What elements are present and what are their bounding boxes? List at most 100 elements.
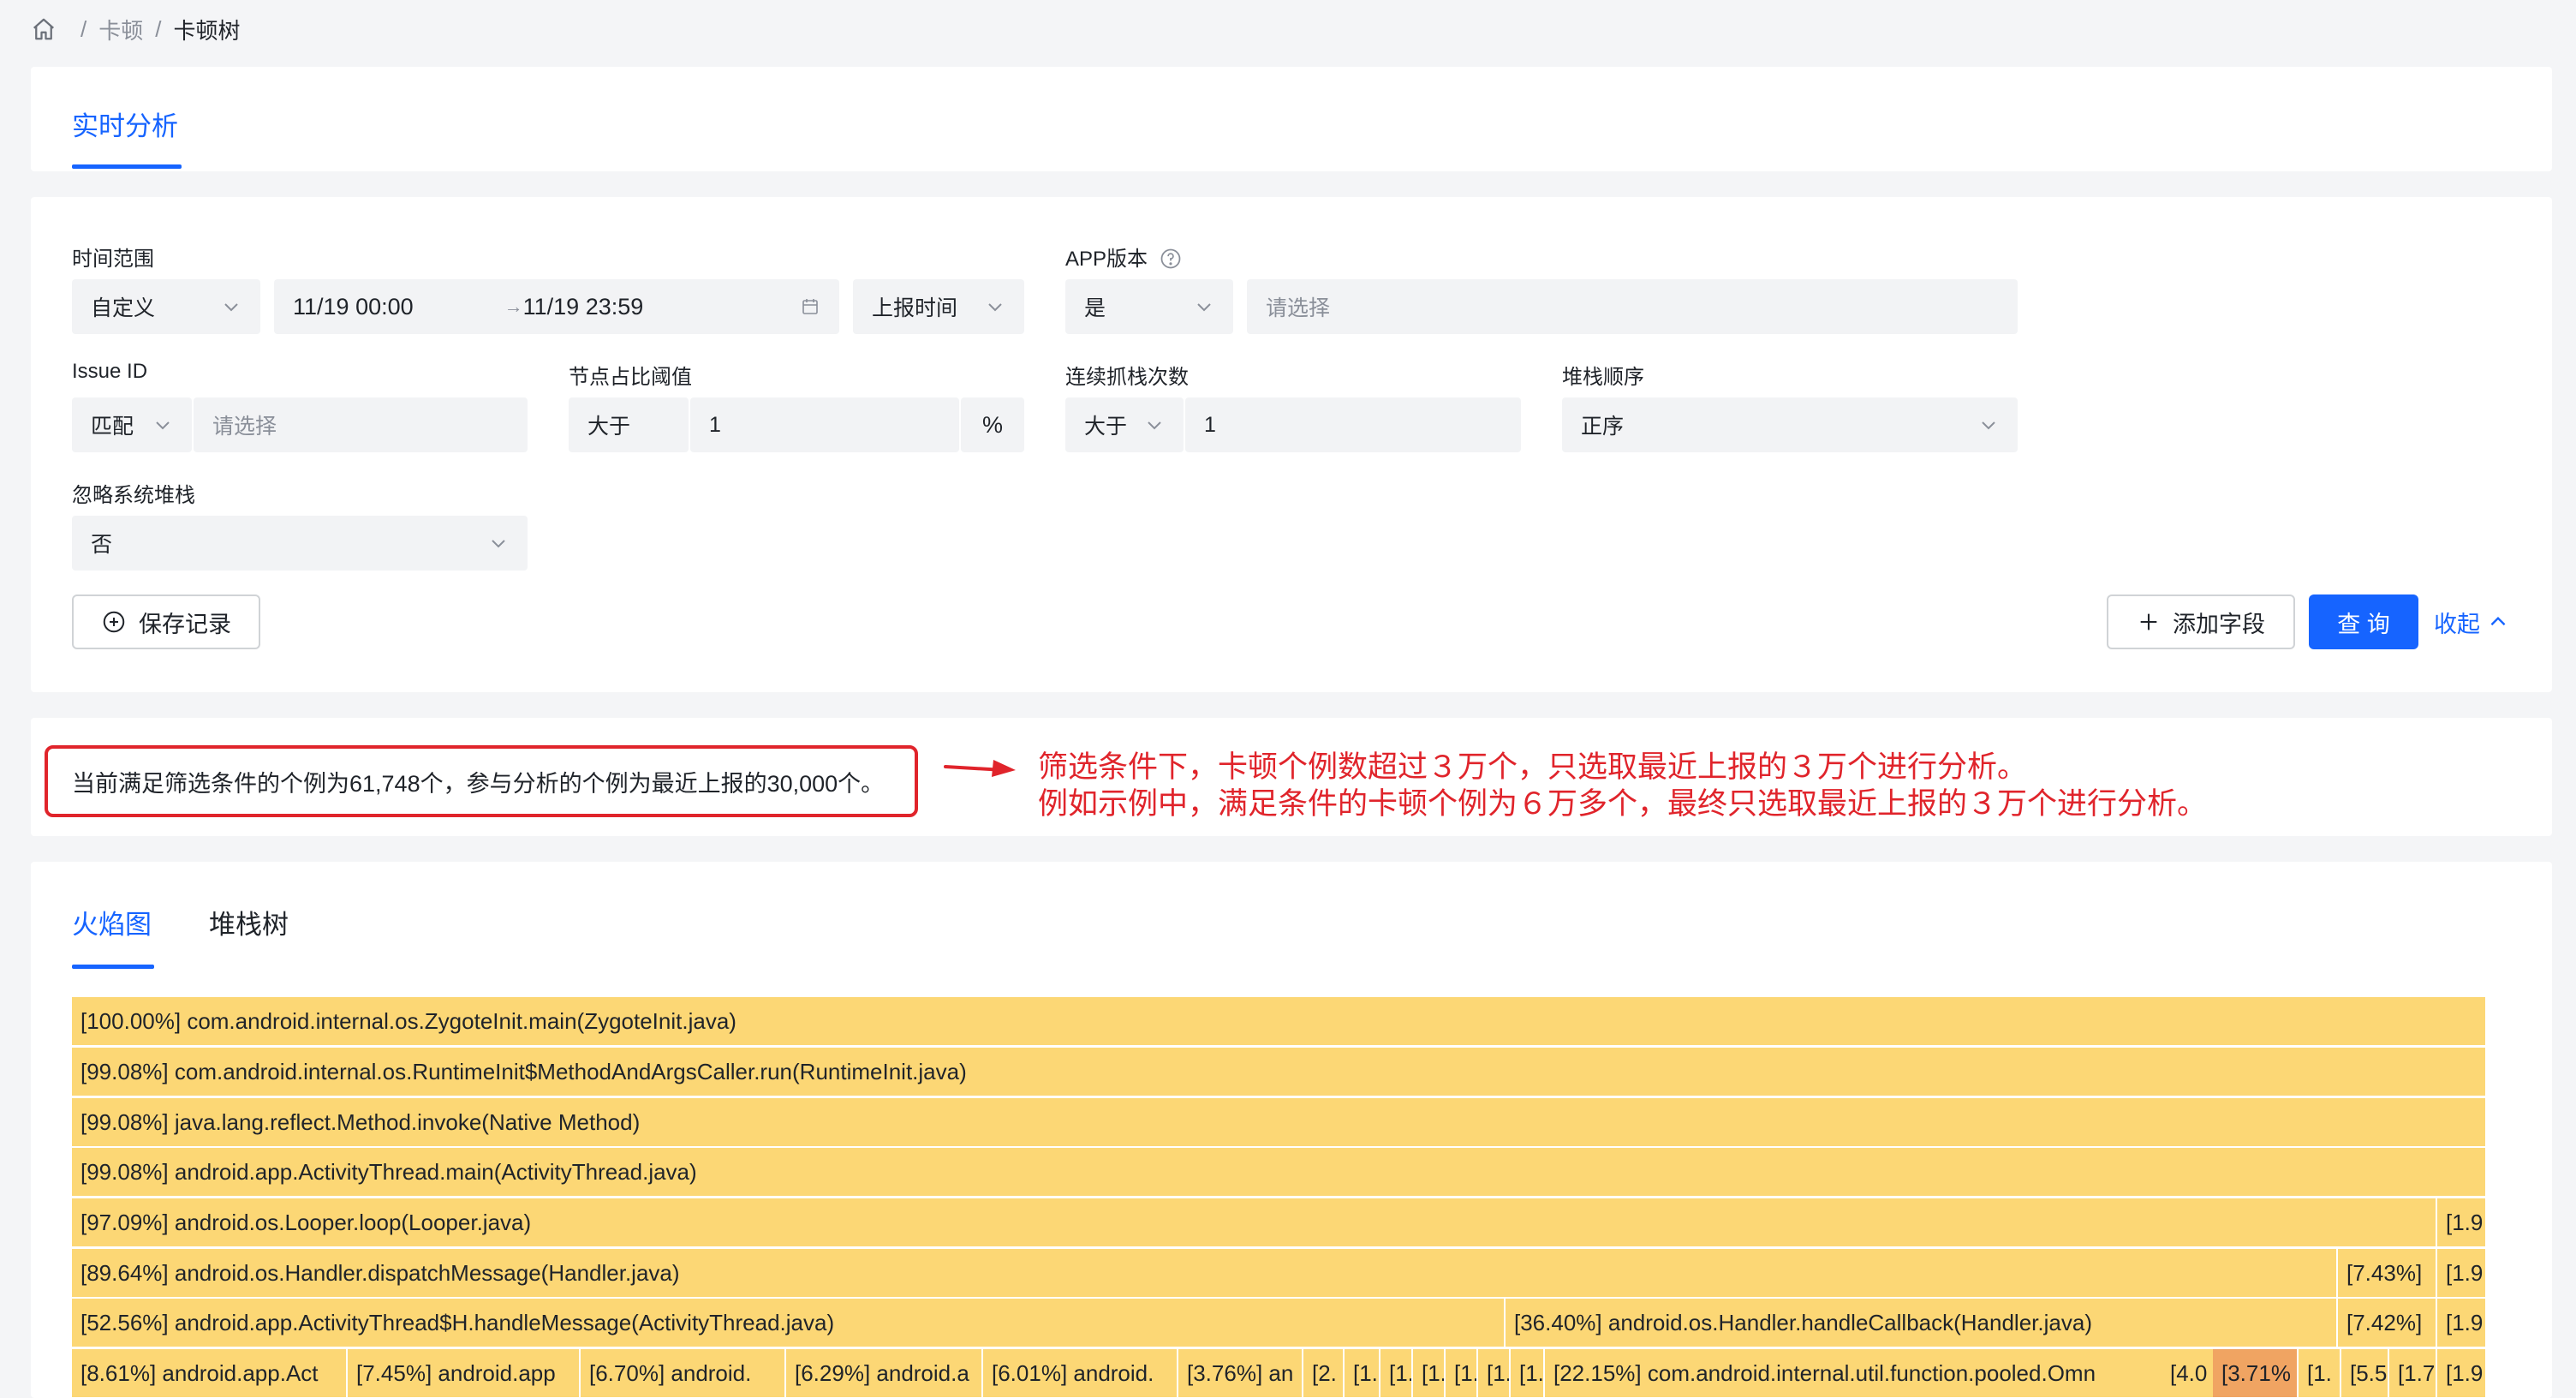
- flame-frame[interactable]: [3.76%] an: [1178, 1349, 1303, 1397]
- issue-id-mode-select[interactable]: 匹配: [72, 397, 192, 452]
- consecutive-operator-value: 大于: [1084, 415, 1128, 439]
- flame-frame[interactable]: [6.01%] android.: [983, 1349, 1178, 1397]
- flame-frame[interactable]: [1.: [1345, 1349, 1380, 1397]
- flame-frame[interactable]: [1.7: [2389, 1349, 2437, 1397]
- flame-frame[interactable]: [1.: [1413, 1349, 1446, 1397]
- query-button[interactable]: 查 询: [2309, 594, 2418, 649]
- chevron-down-icon: [488, 533, 509, 553]
- time-type-value: 上报时间: [872, 296, 958, 320]
- save-record-label: 保存记录: [139, 611, 231, 637]
- app-version-mode-select[interactable]: 是: [1065, 279, 1233, 334]
- issue-id-mode-value: 匹配: [91, 415, 134, 439]
- stack-order-select[interactable]: 正序: [1562, 397, 2018, 452]
- consecutive-operator-select[interactable]: 大于: [1065, 397, 1184, 452]
- plus-icon: [2140, 613, 2157, 630]
- consecutive-input[interactable]: 1: [1185, 397, 1521, 452]
- node-ratio-input[interactable]: 1: [690, 397, 959, 452]
- chevron-down-icon: [985, 296, 1005, 317]
- chevron-down-icon: [152, 415, 173, 435]
- flame-frame[interactable]: [1.: [1511, 1349, 1545, 1397]
- breadcrumb-item-current: 卡顿树: [173, 17, 241, 44]
- node-ratio-operator-value: 大于: [587, 415, 631, 439]
- annotation-note: 筛选条件下，卡顿个例数超过３万个，只选取最近上报的３万个进行分析。 例如示例中，…: [1038, 749, 2207, 822]
- flame-frame[interactable]: [1.: [2299, 1349, 2341, 1397]
- app-version-placeholder: 请选择: [1266, 296, 1331, 320]
- annotation-line-2: 例如示例中，满足条件的卡顿个例为６万多个，最终只选取最近上报的３万个进行分析。: [1038, 787, 2208, 821]
- breadcrumb: / 卡顿 / 卡顿树: [31, 12, 241, 46]
- flame-frame[interactable]: [1.: [1446, 1349, 1478, 1397]
- percent-unit: %: [981, 411, 1003, 438]
- consecutive-label: 连续抓栈次数: [1065, 366, 1189, 389]
- flame-frame[interactable]: [1.9: [2437, 1299, 2487, 1347]
- plus-circle-icon: [103, 611, 125, 633]
- flame-frame[interactable]: [8.61%] android.app.Act: [72, 1349, 348, 1397]
- arrow-right-icon: [944, 760, 1016, 777]
- flame-frame[interactable]: [6.70%] android.: [581, 1349, 786, 1397]
- time-range-mode-select[interactable]: 自定义: [72, 279, 260, 334]
- flame-frame[interactable]: [1.9: [2437, 1249, 2487, 1297]
- flame-frame[interactable]: [89.64%] android.os.Handler.dispatchMess…: [72, 1249, 2338, 1297]
- app-version-select[interactable]: 请选择: [1247, 279, 2018, 334]
- issue-id-placeholder: 请选择: [212, 415, 277, 439]
- stack-order-label: 堆栈顺序: [1562, 366, 1644, 389]
- flame-frame[interactable]: [1.9: [2437, 1198, 2487, 1246]
- flame-frame[interactable]: [1.: [1380, 1349, 1413, 1397]
- ignore-system-select[interactable]: 否: [72, 516, 528, 571]
- app-version-mode-value: 是: [1084, 296, 1106, 320]
- flame-frame[interactable]: [99.08%] android.app.ActivityThread.main…: [72, 1148, 2487, 1196]
- flame-frame[interactable]: [1.: [1478, 1349, 1511, 1397]
- flame-frame[interactable]: [52.56%] android.app.ActivityThread$H.ha…: [72, 1299, 1506, 1347]
- ignore-system-label: 忽略系统堆栈: [72, 484, 195, 507]
- flame-frame[interactable]: [7.45%] android.app: [348, 1349, 581, 1397]
- issue-id-label: Issue ID: [72, 360, 148, 383]
- flame-frame[interactable]: [7.43%]: [2338, 1249, 2437, 1297]
- flame-frame[interactable]: [6.29%] android.a: [786, 1349, 983, 1397]
- save-record-button[interactable]: 保存记录: [72, 594, 260, 649]
- stack-order-value: 正序: [1581, 415, 1625, 439]
- tab-active-indicator: [72, 164, 182, 169]
- sample-summary-box: 当前满足筛选条件的个例为61,748个，参与分析的个例为最近上报的30,000个…: [45, 745, 918, 817]
- flame-frame[interactable]: [7.42%]: [2338, 1299, 2437, 1347]
- date-range-picker[interactable]: 11/19 00:00 → 11/19 23:59: [274, 279, 839, 334]
- flame-frame[interactable]: [97.09%] android.os.Looper.loop(Looper.j…: [72, 1198, 2437, 1246]
- flame-frame[interactable]: [100.00%] com.android.internal.os.Zygote…: [72, 997, 2487, 1045]
- node-ratio-operator[interactable]: 大于: [569, 397, 689, 452]
- node-ratio-value[interactable]: 1: [709, 413, 721, 438]
- ignore-system-value: 否: [91, 533, 113, 557]
- app-version-label: APP版本: [1065, 242, 1183, 272]
- flame-frame[interactable]: [5.5: [2341, 1349, 2389, 1397]
- collapse-toggle[interactable]: 收起: [2434, 594, 2509, 649]
- home-icon[interactable]: [31, 16, 57, 42]
- collapse-label: 收起: [2434, 611, 2480, 637]
- help-icon[interactable]: [1159, 247, 1183, 271]
- flame-frame[interactable]: [22.15%] com.android.internal.util.funct…: [1545, 1349, 2247, 1397]
- flame-frame[interactable]: [99.08%] com.android.internal.os.Runtime…: [72, 1048, 2487, 1096]
- flame-graph[interactable]: [100.00%] com.android.internal.os.Zygote…: [72, 997, 2487, 1398]
- time-type-select[interactable]: 上报时间: [853, 279, 1024, 334]
- add-field-button[interactable]: 添加字段: [2107, 594, 2295, 649]
- flame-frame[interactable]: [36.40%] android.os.Handler.handleCallba…: [1506, 1299, 2338, 1347]
- breadcrumb-item-stutter[interactable]: 卡顿: [98, 14, 143, 45]
- consecutive-value[interactable]: 1: [1204, 413, 1216, 438]
- date-start[interactable]: 11/19 00:00: [293, 294, 414, 320]
- tab-flame-graph[interactable]: 火焰图: [72, 903, 152, 941]
- node-ratio-label: 节点占比阈值: [569, 366, 692, 389]
- flame-frame[interactable]: [99.08%] java.lang.reflect.Method.invoke…: [72, 1098, 2487, 1146]
- query-label: 查 询: [2337, 611, 2390, 637]
- node-ratio-unit: %: [961, 397, 1024, 452]
- issue-id-select[interactable]: 请选择: [194, 397, 528, 452]
- tab-stack-tree[interactable]: 堆栈树: [209, 903, 289, 941]
- tab-realtime-analysis[interactable]: 实时分析: [72, 105, 178, 143]
- flame-frame[interactable]: [2.: [1303, 1349, 1345, 1397]
- tab-card: 实时分析: [31, 67, 2552, 171]
- time-range-label: 时间范围: [72, 248, 154, 271]
- date-end[interactable]: 11/19 23:59: [523, 294, 644, 320]
- breadcrumb-separator: /: [80, 15, 87, 42]
- sample-summary-text: 当前满足筛选条件的个例为61,748个，参与分析的个例为最近上报的30,000个…: [72, 770, 885, 797]
- add-field-label: 添加字段: [2173, 611, 2265, 637]
- flame-frame[interactable]: [1.9: [2437, 1349, 2487, 1397]
- flame-frame-hot[interactable]: [3.71%: [2213, 1349, 2299, 1397]
- annotation-line-1: 筛选条件下，卡顿个例数超过３万个，只选取最近上报的３万个进行分析。: [1038, 750, 2028, 784]
- app-version-label-text: APP版本: [1065, 248, 1148, 271]
- date-range-arrow: →: [504, 296, 523, 317]
